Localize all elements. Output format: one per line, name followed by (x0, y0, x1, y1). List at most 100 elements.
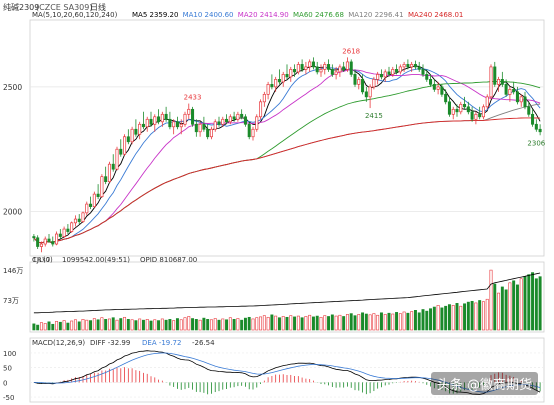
volume-bar (508, 282, 512, 331)
candle-body (531, 113, 535, 125)
candle (81, 211, 85, 223)
candle-body (338, 66, 342, 73)
volume-bar (500, 286, 504, 331)
candle-body (126, 136, 130, 143)
candle-body (534, 123, 538, 130)
volume-bar (470, 300, 474, 331)
volume-bar (209, 319, 213, 331)
candle-body (43, 238, 47, 245)
volume-bar (429, 308, 433, 331)
volume-bar (175, 318, 179, 331)
volume-bar (308, 314, 312, 331)
volume-bar (153, 319, 157, 331)
volume-bar (289, 315, 293, 331)
volume-bar (160, 318, 164, 331)
volume-bar (474, 302, 478, 331)
price-tick-label: 2000 (3, 208, 22, 217)
candle (70, 221, 74, 233)
price-annotation: 2415 (365, 112, 383, 120)
candle-body (73, 218, 77, 224)
candle-body (425, 74, 429, 80)
candle-body (368, 86, 372, 98)
candle-body (262, 93, 266, 103)
volume-bar (198, 319, 202, 331)
candle-body (376, 74, 380, 80)
candle-body (191, 108, 195, 125)
volume-bar (349, 313, 353, 331)
volume-bar (89, 320, 93, 331)
ma-legend-label: MA(5,10,20,60,120,240) (32, 11, 118, 19)
macd-label: MACD(12,26,9) (32, 339, 85, 347)
volume-bar (221, 318, 225, 331)
volume-bar (32, 323, 36, 331)
candle-body (123, 136, 127, 155)
volume-bar (440, 307, 444, 331)
volume-bar (497, 292, 501, 331)
candle-body (39, 243, 43, 247)
volume-bar (319, 316, 323, 331)
candle-body (247, 123, 251, 138)
ma-legend-ma120: MA120 2296.41 (348, 11, 403, 19)
ma-legend-ma60: MA60 2476.68 (293, 11, 344, 19)
candle-body (209, 128, 213, 138)
volume-bar (138, 318, 142, 331)
ma-legend-ma10: MA10 2400.60 (183, 11, 234, 19)
volume-bar (406, 312, 410, 331)
volume-bar (247, 316, 251, 331)
candle-body (342, 66, 346, 70)
candle-body (55, 233, 59, 245)
volume-bar (217, 319, 221, 331)
candle-body (421, 69, 425, 75)
volume-bar (168, 319, 172, 331)
volume-bar (481, 301, 485, 331)
volume-bar (157, 320, 161, 331)
candle-body (432, 84, 436, 90)
volume-bar (145, 319, 149, 331)
volume-bar (270, 314, 274, 331)
candle-body (330, 69, 334, 75)
volume-bar (51, 323, 55, 331)
macd-value: -26.54 (192, 339, 215, 347)
candle-body (111, 163, 115, 170)
candle-body (138, 123, 142, 135)
volume-bar (527, 274, 531, 331)
volume-bar (515, 284, 519, 331)
candle-body (100, 176, 104, 197)
volume-bar (293, 316, 297, 331)
macd-tick-label: 100 (3, 350, 16, 358)
candle (247, 121, 251, 140)
candle-body (62, 228, 66, 237)
volume-bar (92, 318, 96, 331)
volume-bar (130, 319, 134, 331)
volume-bar (194, 319, 198, 331)
volume-bar (55, 321, 59, 331)
candle-body (387, 71, 391, 75)
candle-body (134, 128, 138, 135)
volume-label: CJL(0) (32, 256, 53, 264)
candle-body (141, 123, 145, 128)
candle-body (481, 106, 485, 118)
volume-bar (259, 316, 263, 331)
candle-body (77, 218, 81, 222)
volume-bar (183, 317, 187, 331)
candle-body (217, 121, 221, 125)
candle (115, 146, 119, 171)
candle-body (228, 116, 232, 123)
volume-bar (58, 321, 62, 331)
volume-bar (489, 269, 493, 331)
candle-body (70, 222, 74, 232)
volume-bar (451, 305, 455, 331)
volume-bar (342, 316, 346, 331)
candle-body (391, 69, 395, 75)
candle-body (470, 111, 474, 120)
volume-bar (81, 319, 85, 331)
price-tick-label: 2500 (3, 83, 22, 92)
volume-bar (62, 320, 66, 331)
candle-body (444, 93, 448, 103)
volume-bar (262, 315, 266, 331)
macd-dea: DEA -19.72 (142, 339, 181, 347)
volume-value: 1099542.00(49:51) (62, 256, 130, 264)
candle (489, 64, 493, 100)
volume-bar (274, 315, 278, 331)
volume-bar (368, 314, 372, 331)
